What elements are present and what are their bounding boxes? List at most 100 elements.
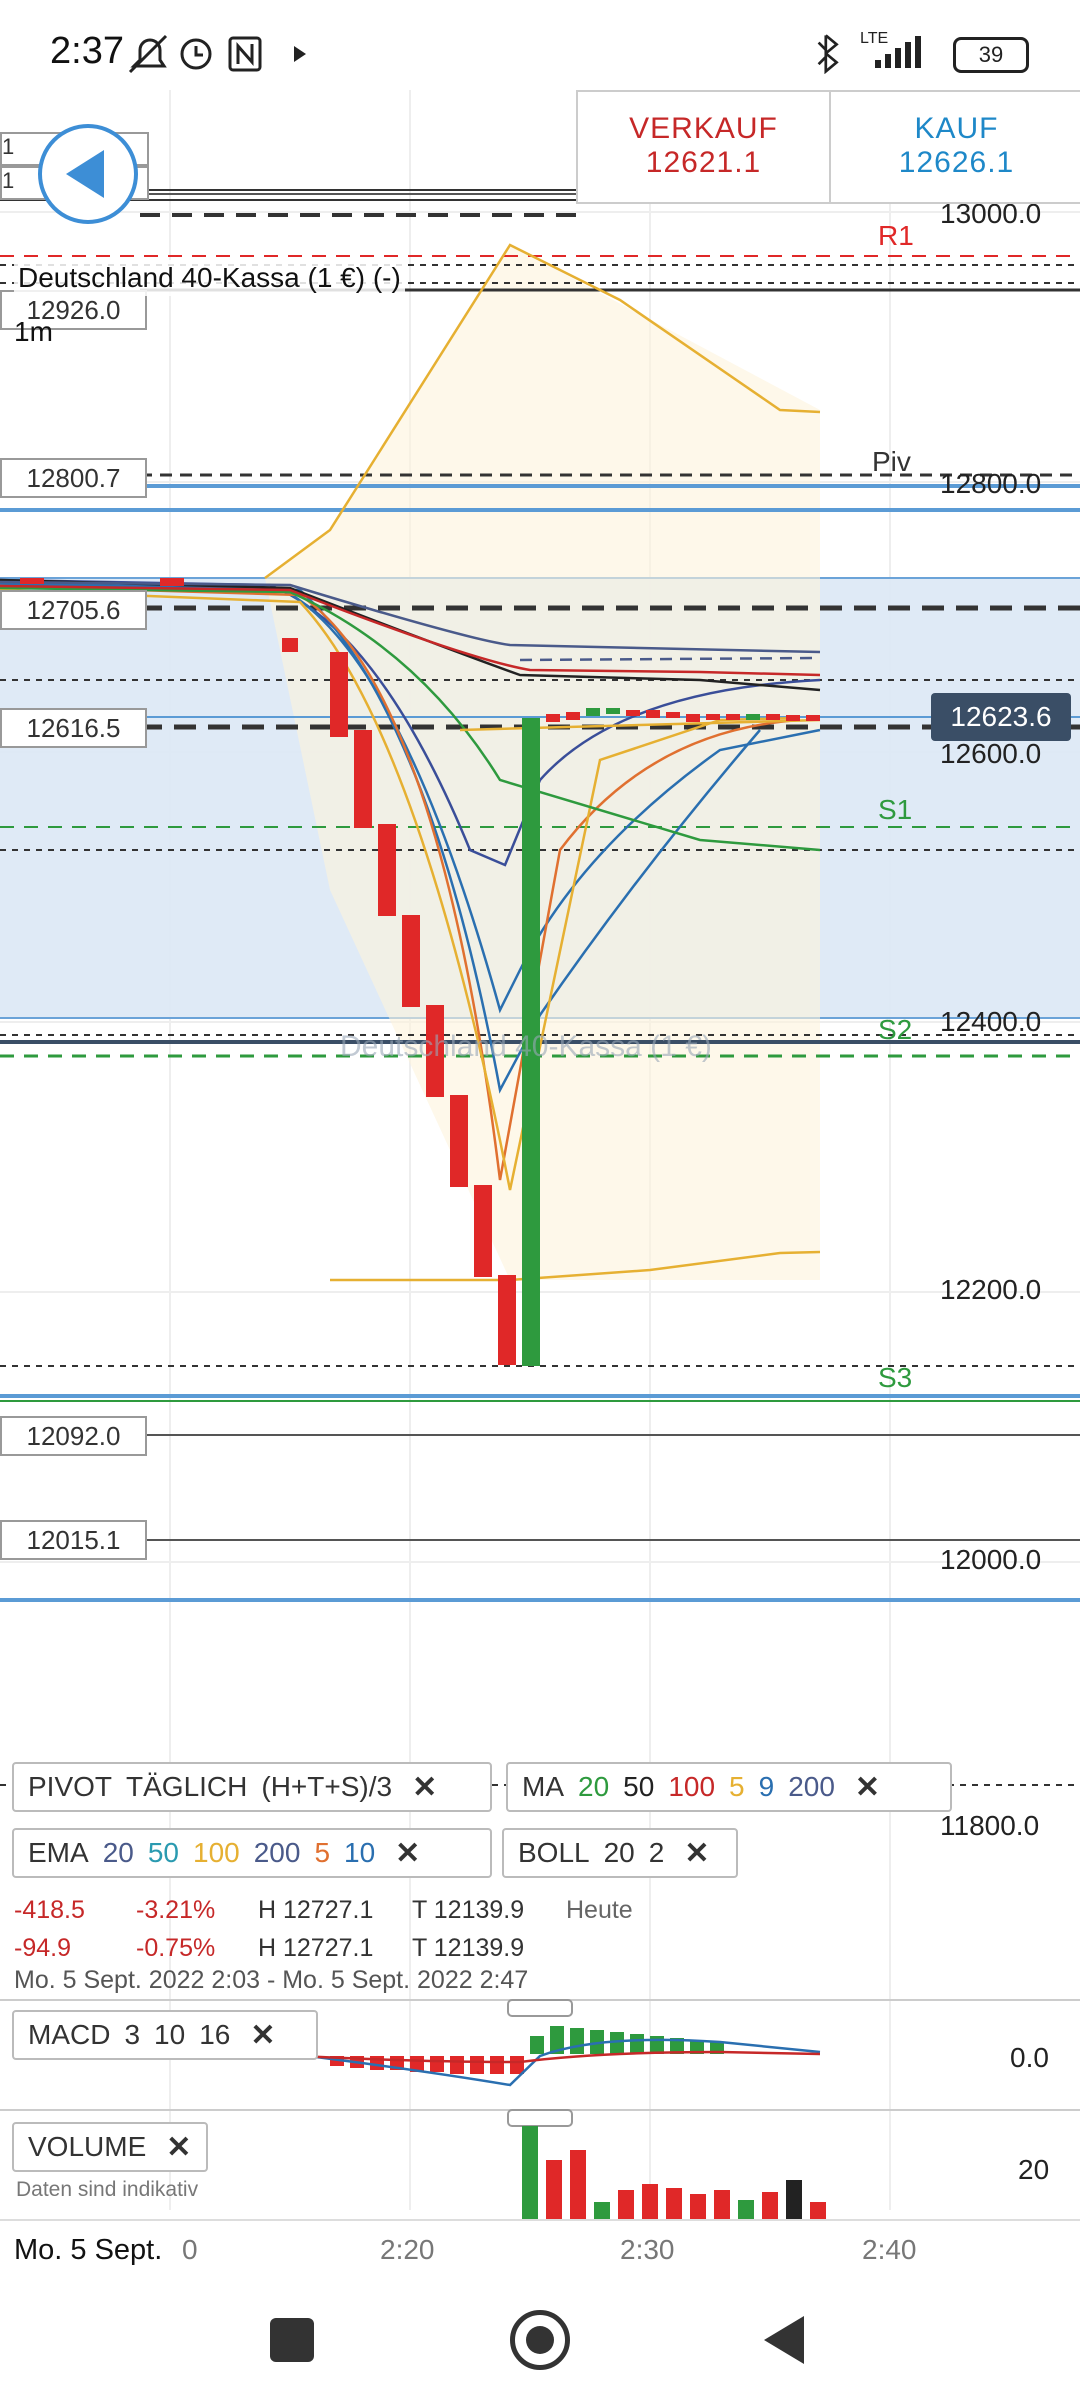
stat-pct: -0.75% [136, 1934, 216, 1962]
ema-value: 100 [193, 1837, 240, 1868]
play-icon [294, 46, 306, 62]
volume-axis-label: 20 [1018, 2154, 1050, 2185]
back-nav-icon[interactable] [760, 2312, 810, 2368]
stat-low: T 12139.9 [412, 1934, 525, 1962]
triangle-left-icon [66, 150, 104, 198]
ma-indicator-chip[interactable]: MA 20 50 100 5 9 200 ✕ [506, 1762, 952, 1812]
bell-off-icon [128, 34, 168, 74]
boll-indicator-chip[interactable]: BOLL 20 2 ✕ [502, 1828, 738, 1878]
macd-value: 10 [154, 2019, 186, 2050]
current-price-badge: 12623.6 [931, 693, 1071, 741]
boll-value: 20 [603, 1837, 635, 1868]
price-box-12705: 12705.6 [0, 590, 147, 630]
sell-button[interactable]: VERKAUF 12621.1 [578, 92, 829, 202]
close-pivot-icon[interactable]: ✕ [412, 1770, 437, 1805]
ma-value: 200 [788, 1771, 835, 1802]
ema-indicator-chip[interactable]: EMA 20 50 100 200 5 10 ✕ [12, 1828, 492, 1878]
ema-value: 5 [314, 1837, 331, 1868]
status-time: 2:37 [50, 30, 124, 72]
ema-value: 200 [253, 1837, 301, 1868]
stat-high: H 12727.1 [258, 1934, 374, 1962]
s2-label: S2 [878, 1014, 913, 1045]
timeframe-label: 1m [14, 316, 53, 347]
volume-name: VOLUME [28, 2131, 147, 2162]
battery-icon: 39 [953, 37, 1029, 73]
ma-value: 100 [668, 1771, 716, 1802]
recents-icon[interactable] [270, 2318, 314, 2362]
volume-resize-handle [507, 2109, 573, 2127]
sell-price: 12621.1 [645, 146, 762, 179]
status-icons [128, 34, 306, 74]
stat-pct: -3.21% [136, 1896, 216, 1924]
ma-value: 20 [578, 1771, 610, 1802]
time-axis-zero: 0 [182, 2234, 198, 2265]
close-macd-icon[interactable]: ✕ [250, 2018, 275, 2053]
close-ma-icon[interactable]: ✕ [855, 1770, 880, 1805]
back-button[interactable] [38, 124, 138, 224]
ma-value: 50 [623, 1771, 655, 1802]
ma-value: 9 [758, 1771, 775, 1802]
macd-indicator-chip[interactable]: MACD 3 10 16 ✕ [12, 2010, 318, 2060]
axis-label-12200: 12200.0 [940, 1274, 1042, 1305]
home-icon[interactable] [510, 2310, 570, 2370]
stats-row-today: -418.5 -3.21% H 12727.1 T 12139.9 Heute [14, 1896, 694, 1925]
ma-value: 5 [729, 1771, 745, 1802]
boll-name: BOLL [518, 1837, 590, 1868]
s3-label: S3 [878, 1362, 913, 1393]
status-bar: 2:37 LTE 39 [0, 0, 1080, 100]
axis-label-12800: 12800.0 [940, 468, 1042, 499]
stat-high: H 12727.1 [258, 1896, 374, 1924]
ema-name: EMA [28, 1837, 89, 1868]
buy-label: KAUF [914, 112, 999, 145]
boll-value: 2 [648, 1837, 665, 1868]
ma-name: MA [522, 1771, 564, 1802]
ema-value: 10 [344, 1837, 376, 1868]
trade-panel: VERKAUF 12621.1 KAUF 12626.1 [576, 90, 1080, 204]
macd-axis-label: 0.0 [1010, 2042, 1049, 2073]
axis-label-12600: 12600.0 [940, 738, 1042, 769]
ema-value: 20 [102, 1837, 134, 1868]
price-chart[interactable]: Deutschland 40-Kassa (1 €) 1 1 12926.0 1… [0, 90, 1080, 2280]
stat-change: -418.5 [14, 1896, 85, 1924]
price-box-12015: 12015.1 [0, 1520, 147, 1560]
price-box-12092: 12092.0 [0, 1416, 147, 1456]
axis-label-12000: 12000.0 [940, 1544, 1042, 1575]
r1-label: R1 [878, 220, 914, 251]
time-axis-tick: 2:40 [862, 2234, 917, 2265]
ema-value: 50 [147, 1837, 179, 1868]
pivot-period: TÄGLICH [126, 1771, 248, 1802]
macd-resize-handle [507, 1999, 573, 2017]
time-axis-tick: 2:30 [620, 2234, 675, 2265]
disclaimer: Daten sind indikativ [16, 2178, 199, 2201]
stat-low: T 12139.9 [412, 1896, 525, 1924]
android-nav-bar [0, 2270, 1080, 2400]
close-volume-icon[interactable]: ✕ [166, 2130, 191, 2165]
close-boll-icon[interactable]: ✕ [684, 1836, 709, 1871]
buy-price: 12626.1 [898, 146, 1015, 179]
nfc-icon [228, 36, 262, 72]
alarm-icon [180, 38, 212, 70]
instrument-title: Deutschland 40-Kassa (1 €) (-) [14, 260, 405, 296]
s1-label: S1 [878, 794, 913, 825]
macd-value: 3 [124, 2019, 141, 2050]
close-ema-icon[interactable]: ✕ [395, 1836, 420, 1871]
pivot-formula: (H+T+S)/3 [261, 1771, 393, 1802]
watermark-text: Deutschland 40-Kassa (1 €) [340, 1030, 712, 1063]
network-type: LTE [860, 30, 889, 47]
time-axis-date: Mo. 5 Sept. [14, 2234, 163, 2266]
date-range: Mo. 5 Sept. 2022 2:03 - Mo. 5 Sept. 2022… [14, 1966, 529, 1994]
axis-label-12400: 12400.0 [940, 1006, 1042, 1037]
volume-indicator-chip[interactable]: VOLUME ✕ [12, 2122, 208, 2172]
pivot-label: Piv [872, 446, 911, 477]
price-box-12616: 12616.5 [0, 708, 147, 748]
pivot-indicator-chip[interactable]: PIVOT TÄGLICH (H+T+S)/3 ✕ [12, 1762, 492, 1812]
stat-period: Heute [566, 1896, 633, 1924]
axis-label-11800: 11800.0 [940, 1810, 1040, 1841]
bluetooth-icon [817, 34, 839, 74]
buy-button[interactable]: KAUF 12626.1 [829, 92, 1080, 202]
pivot-name: PIVOT [28, 1771, 113, 1802]
macd-name: MACD [28, 2019, 111, 2050]
sell-label: VERKAUF [629, 112, 778, 145]
stats-row-range: -94.9 -0.75% H 12727.1 T 12139.9 [14, 1934, 694, 1963]
price-box-12800: 12800.7 [0, 458, 147, 498]
